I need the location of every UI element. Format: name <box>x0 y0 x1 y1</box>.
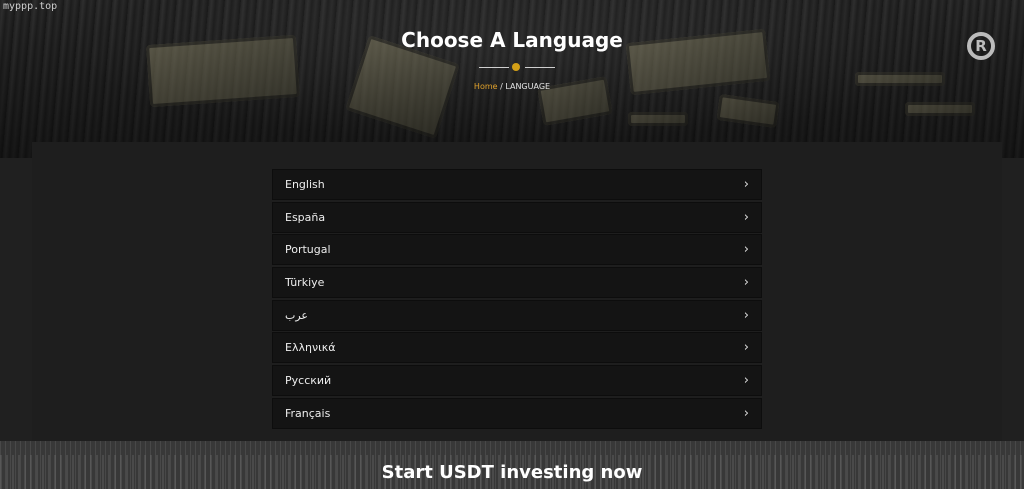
chevron-right-icon: › <box>743 209 749 225</box>
breadcrumb: Home / LANGUAGE <box>0 82 1024 91</box>
language-item-greek[interactable]: Ελληνικά › <box>272 332 762 364</box>
chevron-right-icon: › <box>743 275 749 291</box>
language-label: English <box>285 178 325 191</box>
hero-banner: Choose A Language Home / LANGUAGE R <box>0 0 1024 158</box>
language-label: عرب <box>285 308 308 322</box>
footer-title: Start USDT investing now <box>381 462 643 483</box>
breadcrumb-home-link[interactable]: Home <box>474 82 498 91</box>
language-item-portugal[interactable]: Portugal › <box>272 234 762 266</box>
chevron-right-icon: › <box>743 373 749 389</box>
language-label: España <box>285 210 326 224</box>
language-item-espana[interactable]: España › <box>272 201 762 233</box>
language-label: Ελληνικά <box>285 341 336 355</box>
language-item-french[interactable]: Français › <box>272 397 762 429</box>
language-item-arabic[interactable]: عرب › <box>272 299 762 331</box>
title-divider <box>479 63 555 73</box>
language-item-turkiye[interactable]: Türkiye › <box>272 267 762 299</box>
chevron-right-icon: › <box>743 242 749 258</box>
language-label: Türkiye <box>285 276 325 290</box>
chevron-right-icon: › <box>743 405 749 421</box>
chevron-right-icon: › <box>743 177 749 192</box>
language-label: Русский <box>285 374 332 388</box>
language-item-russian[interactable]: Русский › <box>272 365 762 397</box>
chevron-right-icon: › <box>743 340 749 356</box>
page-title: Choose A Language <box>401 28 623 52</box>
language-label: Portugal <box>285 243 331 257</box>
language-label: Français <box>285 406 331 420</box>
breadcrumb-current: LANGUAGE <box>505 82 551 91</box>
brand-logo-icon: R <box>967 32 995 60</box>
footer-banner: Start USDT investing now <box>0 441 1024 489</box>
language-list: English › España › Portugal › Türkiye › … <box>272 169 762 431</box>
language-item-english[interactable]: English › <box>272 169 762 200</box>
watermark-text: myppp.top <box>3 1 58 12</box>
chevron-right-icon: › <box>743 307 749 323</box>
